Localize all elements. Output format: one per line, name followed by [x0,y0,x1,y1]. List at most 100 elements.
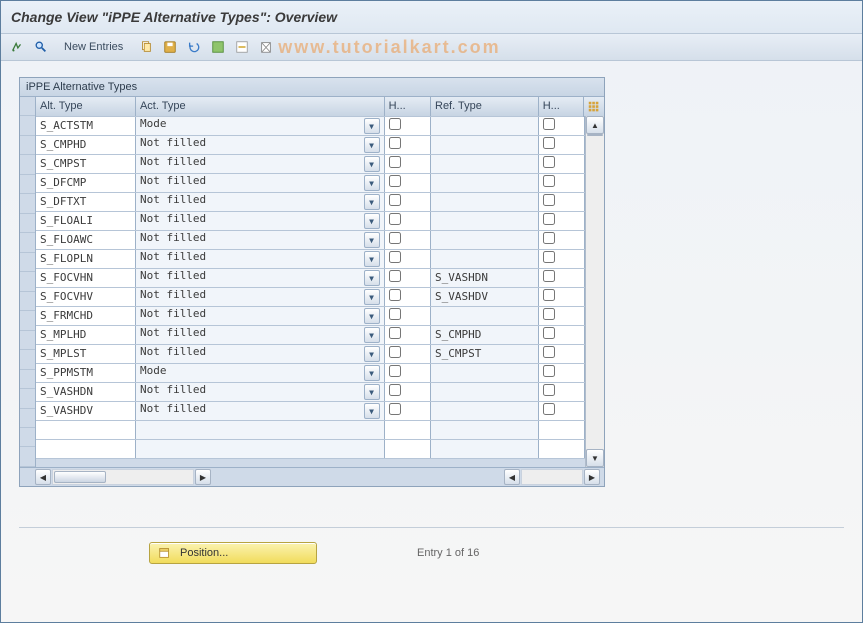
cell-act-type[interactable]: Not filled▼ [135,173,384,192]
checkbox-input[interactable] [389,194,401,206]
cell-alt-type[interactable]: S_FRMCHD [36,306,135,325]
row-selector[interactable] [20,175,35,194]
checkbox-input[interactable] [389,384,401,396]
checkbox-input[interactable] [389,175,401,187]
row-selector[interactable] [20,194,35,213]
copy-icon[interactable] [136,37,156,57]
cell-act-type[interactable]: Not filled▼ [135,344,384,363]
row-selector[interactable] [20,155,35,174]
checkbox-input[interactable] [389,156,401,168]
cell-checkbox-h1[interactable] [384,382,430,401]
scroll-left-icon[interactable]: ◀ [504,469,520,485]
dropdown-icon[interactable]: ▼ [364,346,380,362]
checkbox-input[interactable] [389,270,401,282]
row-selector[interactable] [20,292,35,311]
cell-checkbox-h2[interactable] [538,382,584,401]
row-selector[interactable] [20,311,35,330]
cell-checkbox-h1[interactable] [384,192,430,211]
cell-act-type[interactable]: Not filled▼ [135,382,384,401]
table-row[interactable]: S_CMPSTNot filled▼@MZ@PVS Structure Al [36,154,604,173]
checkbox-input[interactable] [389,365,401,377]
position-button[interactable]: Position... [149,542,317,564]
cell-checkbox-h2[interactable] [538,401,584,420]
cell-act-type[interactable]: Mode▼ [135,116,384,135]
checkbox-input[interactable] [389,213,401,225]
deselect-all-icon[interactable] [232,37,252,57]
cell-checkbox-h2[interactable] [538,306,584,325]
cell-act-type[interactable]: Not filled▼ [135,154,384,173]
table-row[interactable]: S_VASHDVNot filled▼@N7@Assembly alternat [36,401,604,420]
scroll-up-icon[interactable]: ▲ [586,116,604,134]
cell-ref-type[interactable] [431,401,539,420]
dropdown-icon[interactable]: ▼ [364,289,380,305]
cell-checkbox-h1[interactable] [384,325,430,344]
col-hidden1[interactable]: H... [384,97,430,116]
table-row[interactable]: S_MPLHDNot filled▼S_CMPHD@MZ@MPL Access … [36,325,604,344]
dropdown-icon[interactable]: ▼ [364,156,380,172]
row-selector[interactable] [20,233,35,252]
checkbox-input[interactable] [543,308,555,320]
checkbox-input[interactable] [543,156,555,168]
cell-alt-type[interactable]: S_FLOPLN [36,249,135,268]
cell-ref-type[interactable] [431,173,539,192]
cell-checkbox-h1[interactable] [384,230,430,249]
cell-checkbox-h2[interactable] [538,211,584,230]
cell-checkbox-h2[interactable] [538,287,584,306]
cell-act-type[interactable]: Not filled▼ [135,325,384,344]
cell-ref-type[interactable]: S_VASHDV [431,287,539,306]
cell-ref-type[interactable]: S_CMPHD [431,325,539,344]
checkbox-input[interactable] [543,175,555,187]
checkbox-input[interactable] [543,365,555,377]
table-row[interactable]: S_FLOALINot filled▼@AO@Alternative Line [36,211,604,230]
cell-alt-type[interactable]: S_CMPHD [36,135,135,154]
cell-ref-type[interactable] [431,135,539,154]
row-selector[interactable] [20,428,35,447]
scroll-right-icon[interactable]: ▶ [584,469,600,485]
cell-act-type[interactable]: Not filled▼ [135,268,384,287]
table-row[interactable]: S_CMPHDNot filled▼@MZ@PVS Access Alter [36,135,604,154]
table-row[interactable]: S_FOCVHNNot filled▼S_VASHDN@MZ@Focus VA … [36,268,604,287]
cell-ref-type[interactable] [431,363,539,382]
cell-act-type[interactable]: Not filled▼ [135,230,384,249]
cell-alt-type[interactable]: S_PPMSTM [36,363,135,382]
table-row[interactable]: S_PPMSTMMode▼@N5@Mode of an Activ [36,363,604,382]
cell-checkbox-h2[interactable] [538,116,584,135]
cell-checkbox-h1[interactable] [384,344,430,363]
cell-checkbox-h2[interactable] [538,154,584,173]
checkbox-input[interactable] [543,213,555,225]
cell-act-type[interactable]: Not filled▼ [135,287,384,306]
dropdown-icon[interactable]: ▼ [364,194,380,210]
checkbox-input[interactable] [543,137,555,149]
table-row[interactable]: S_DFCMPNot filled▼@AP@Single-Part Bill o… [36,173,604,192]
row-selector[interactable] [20,350,35,369]
dropdown-icon[interactable]: ▼ [364,213,380,229]
checkbox-input[interactable] [389,289,401,301]
row-selector[interactable] [20,116,35,135]
col-hidden2[interactable]: H... [538,97,584,116]
cell-checkbox-h1[interactable] [384,287,430,306]
checkbox-input[interactable] [543,270,555,282]
checkbox-input[interactable] [543,251,555,263]
select-all-icon[interactable] [208,37,228,57]
cell-alt-type[interactable]: S_FLOALI [36,211,135,230]
cell-alt-type[interactable]: S_ACTSTM [36,116,135,135]
cell-ref-type[interactable]: S_CMPST [431,344,539,363]
checkbox-input[interactable] [543,118,555,130]
scroll-left-icon[interactable]: ◀ [35,469,51,485]
checkbox-input[interactable] [389,403,401,415]
row-selector[interactable] [20,409,35,428]
save-icon[interactable] [160,37,180,57]
undo-icon[interactable] [184,37,204,57]
checkbox-input[interactable] [543,194,555,206]
cell-checkbox-h2[interactable] [538,249,584,268]
cell-alt-type[interactable]: S_VASHDV [36,401,135,420]
cell-checkbox-h1[interactable] [384,154,430,173]
cell-alt-type[interactable]: S_FLOAWC [36,230,135,249]
table-row[interactable]: S_ACTSTMMode▼@N5@Mode [36,116,604,135]
cell-ref-type[interactable] [431,154,539,173]
checkbox-input[interactable] [543,327,555,339]
dropdown-icon[interactable]: ▼ [364,118,380,134]
dropdown-icon[interactable]: ▼ [364,270,380,286]
row-selector[interactable] [20,370,35,389]
table-row[interactable]: S_VASHDNNot filled▼@MZ@Variant assembly [36,382,604,401]
